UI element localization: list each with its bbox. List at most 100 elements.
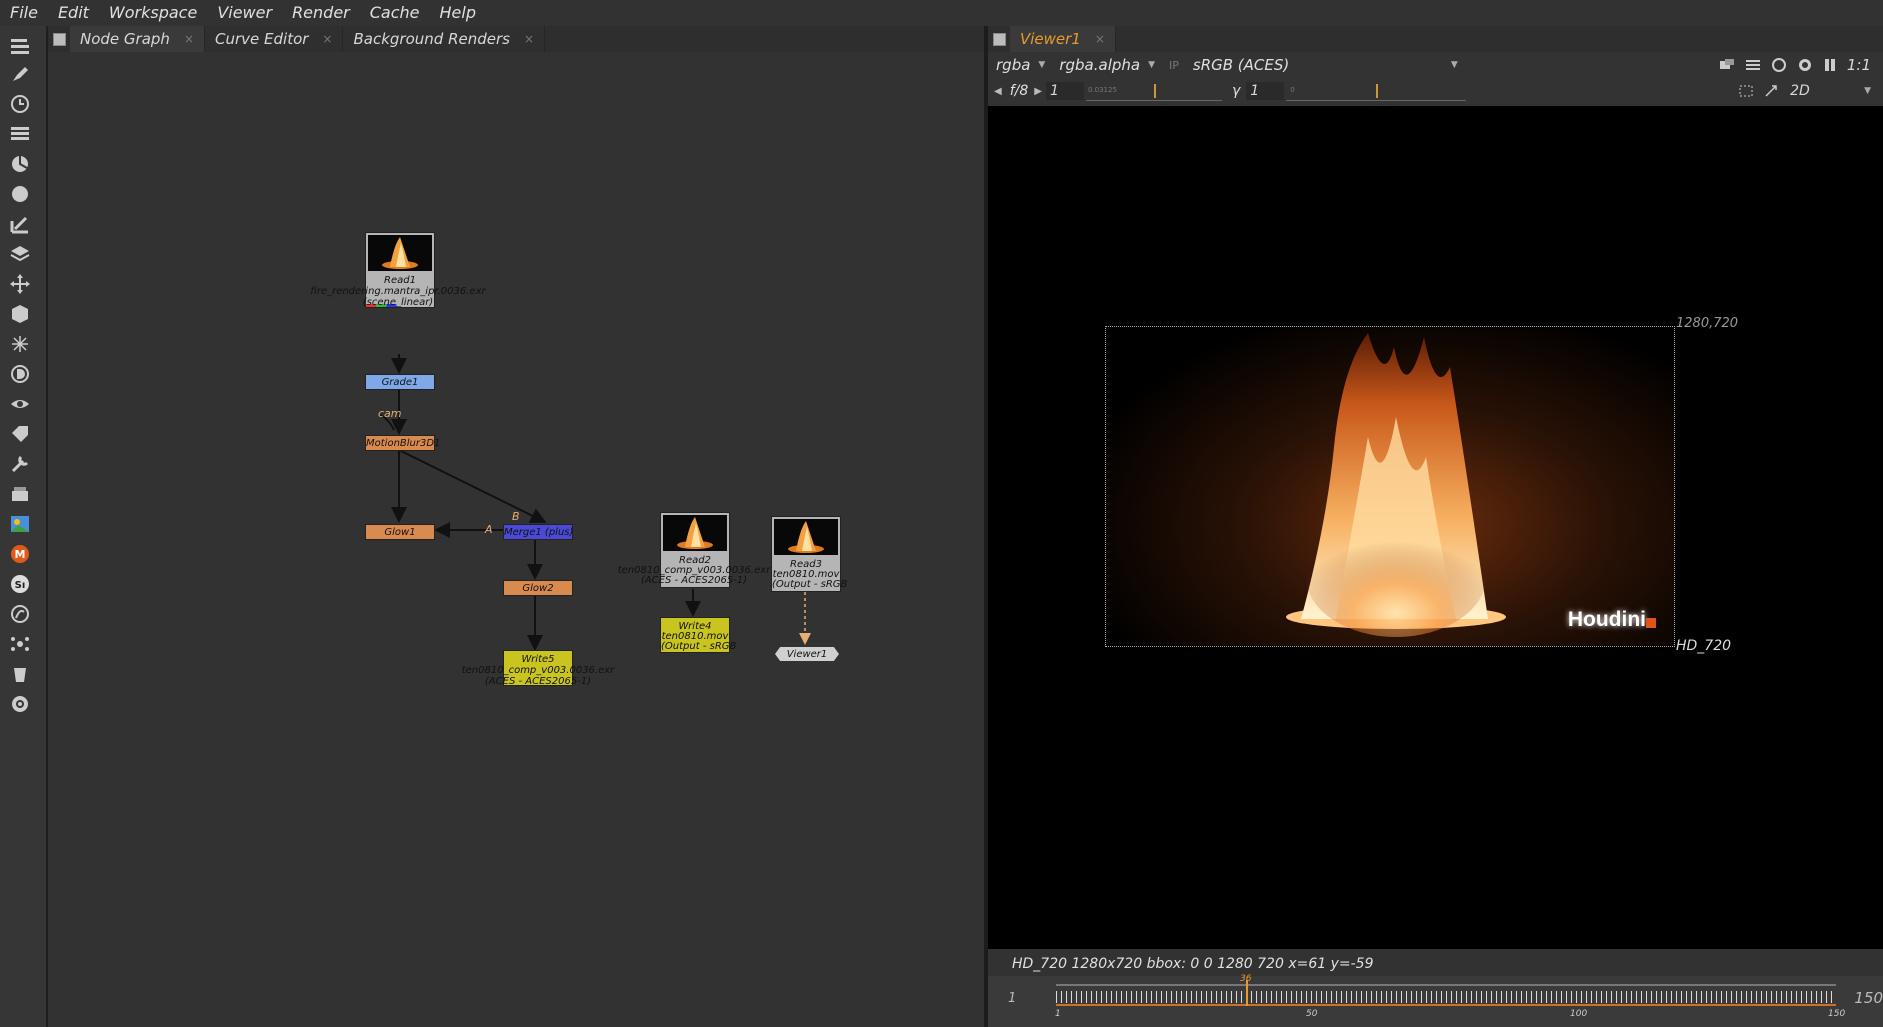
read3-node[interactable]: Read3 ten0810.mov (Output - sRGB [771, 516, 848, 592]
menu-workspace[interactable]: Workspace [99, 0, 207, 26]
other-icon[interactable] [8, 482, 32, 506]
spark-icon[interactable] [8, 632, 32, 656]
read1-name: Read1 [384, 275, 416, 286]
filter-icon[interactable] [8, 182, 32, 206]
gain-input[interactable]: 1 [1045, 82, 1084, 100]
glow2-node[interactable]: Glow2 [503, 580, 573, 596]
tab-node-graph[interactable]: Node Graph × [70, 26, 205, 52]
3d-icon[interactable] [8, 302, 32, 326]
gamma-slider[interactable]: 0 [1286, 82, 1467, 101]
write5-name: Write5 [521, 654, 555, 665]
tab-viewer1[interactable]: Viewer1 × [1010, 26, 1116, 52]
refresh-icon[interactable] [1771, 57, 1787, 73]
viewer-image-frame: Houdini [1105, 326, 1675, 647]
s-icon[interactable]: Sı [8, 572, 32, 596]
close-icon[interactable]: × [322, 32, 332, 46]
frame-start-display[interactable]: 1 [1008, 991, 1016, 1006]
gamma-slider-handle[interactable] [1376, 83, 1379, 98]
svg-text:Sı: Sı [15, 580, 26, 591]
overlay-icon[interactable] [1745, 58, 1761, 72]
tick-label: 100 [1570, 1009, 1588, 1019]
image-icon[interactable] [8, 34, 32, 58]
fstop-increment-icon[interactable]: ▶ [1034, 86, 1042, 97]
chevron-down-icon: ▼ [1450, 60, 1458, 70]
menu-file[interactable]: File [0, 0, 48, 26]
node-graph[interactable]: Read1 fire_rendering.mantra_ipr.0036.exr… [48, 52, 984, 1027]
transform-icon[interactable] [8, 272, 32, 296]
color-icon[interactable] [8, 152, 32, 176]
close-icon[interactable]: × [524, 32, 534, 46]
close-icon[interactable]: × [1095, 32, 1105, 46]
fire-image [1286, 333, 1506, 637]
menu-render[interactable]: Render [282, 0, 360, 26]
write4-node[interactable]: Write4 ten0810.mov (Output - sRGB [660, 617, 736, 653]
tab-background-renders[interactable]: Background Renders × [343, 26, 546, 52]
fstop-decrement-icon[interactable]: ◀ [994, 86, 1002, 97]
viewer1-node[interactable]: Viewer1 [775, 647, 839, 661]
format-corner-label: 1280,720 [1676, 316, 1739, 331]
tab-curve-editor[interactable]: Curve Editor × [205, 26, 344, 52]
settings-icon[interactable] [8, 692, 32, 716]
merge-icon[interactable] [8, 242, 32, 266]
metadata-icon[interactable] [8, 422, 32, 446]
tab-label: Background Renders [353, 30, 510, 48]
channel-icon[interactable] [8, 122, 32, 146]
format-name-label: HD_720 [1676, 638, 1732, 654]
pause-icon[interactable] [1823, 58, 1837, 72]
gain-slider[interactable]: 0.03125 [1085, 82, 1222, 101]
menu-cache[interactable]: Cache [360, 0, 430, 26]
gain-slider-handle[interactable] [1153, 83, 1156, 98]
channels-dropdown[interactable]: rgba [996, 56, 1030, 74]
bucket-icon[interactable] [8, 662, 32, 686]
grade1-node[interactable]: Grade1 [365, 374, 435, 390]
viewer-pane: Viewer1 × rgba ▼ rgba.alpha ▼ IP sRGB (ACE… [988, 26, 1883, 1027]
gain-tick-label: 0.03125 [1087, 85, 1117, 94]
glow1-node[interactable]: Glow1 [365, 524, 435, 540]
svg-text:M: M [15, 548, 26, 561]
furnace-icon[interactable] [8, 512, 32, 536]
timeline[interactable]: 1 150 36 1 50 100 150 [988, 974, 1883, 1027]
read1-file: fire_rendering.mantra_ipr.0036.exr [310, 286, 486, 297]
ocio-icon[interactable] [8, 602, 32, 626]
gear-icon[interactable] [1797, 57, 1813, 73]
deep-icon[interactable] [8, 362, 32, 386]
close-icon[interactable]: × [184, 32, 194, 46]
keyer-icon[interactable] [8, 212, 32, 236]
write5-file: ten0810_comp_v003.0036.exr [461, 665, 615, 676]
cached-frames-bar [1056, 1004, 1836, 1006]
m-icon[interactable]: M [8, 542, 32, 566]
zoom-level[interactable]: 1:1 [1847, 56, 1871, 74]
gamma-input[interactable]: 1 [1246, 82, 1285, 100]
view-mode-dropdown[interactable]: 2D [1790, 83, 1846, 99]
roi-icon[interactable] [1719, 58, 1735, 72]
merge1-node[interactable]: Merge1 (plus) [503, 524, 573, 540]
views-icon[interactable] [8, 392, 32, 416]
read3-colorspace: (Output - sRGB [772, 579, 848, 590]
transform-handle-icon[interactable] [1764, 84, 1780, 98]
b-input-label: B [512, 510, 520, 523]
menu-help[interactable]: Help [430, 0, 486, 26]
glow1-name: Glow1 [384, 527, 416, 538]
pane-menu-handle[interactable] [988, 26, 1010, 52]
menu-edit[interactable]: Edit [48, 0, 99, 26]
ip-button[interactable]: IP [1169, 59, 1179, 72]
fstop-value[interactable]: f/8 [1010, 83, 1029, 99]
menu-viewer[interactable]: Viewer [207, 0, 282, 26]
motionblur3d-node[interactable]: MotionBlur3D1 [365, 435, 440, 451]
frame-end-display[interactable]: 150 [1854, 989, 1883, 1007]
paint-icon[interactable] [8, 62, 32, 86]
viewer-canvas[interactable]: Houdini 1280,720 HD_720 [988, 106, 1883, 949]
glow2-name: Glow2 [522, 583, 554, 594]
pane-menu-handle[interactable] [48, 26, 70, 52]
clock-icon[interactable] [8, 92, 32, 116]
cam-input-label: cam [378, 407, 402, 420]
merge1-name: Merge1 (plus) [504, 527, 574, 538]
particle-icon[interactable] [8, 332, 32, 356]
gamma-tick-label: 0 [1290, 85, 1295, 94]
colorspace-dropdown[interactable]: sRGB (ACES) [1193, 56, 1443, 74]
tick-label: 1 [1055, 1009, 1061, 1019]
alpha-dropdown[interactable]: rgba.alpha [1059, 56, 1140, 74]
toolsets-icon[interactable] [8, 452, 32, 476]
node-graph-tabbar: Node Graph × Curve Editor × Background R… [48, 26, 984, 52]
crop-icon[interactable] [1738, 84, 1754, 98]
